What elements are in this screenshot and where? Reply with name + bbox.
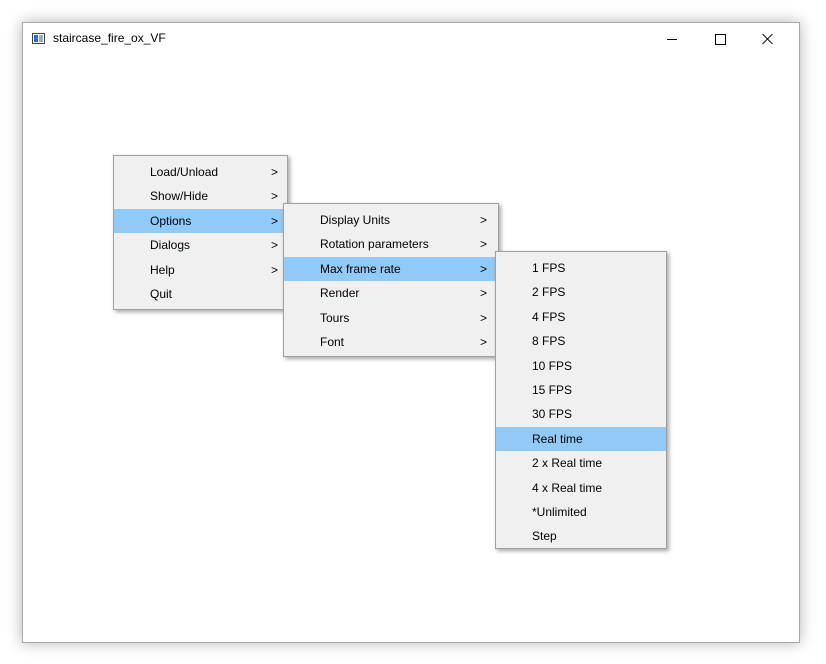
menu-item-display-units[interactable]: Display Units >: [284, 208, 498, 232]
submenu-arrow-icon: >: [480, 213, 488, 227]
menu-item-help[interactable]: Help >: [114, 258, 287, 282]
title-bar[interactable]: staircase_fire_ox_VF: [23, 23, 799, 55]
menu-item-label: Font: [320, 334, 345, 349]
app-window-icon: [32, 33, 45, 44]
submenu-arrow-icon: >: [271, 262, 279, 277]
menu-item-15-fps[interactable]: 15 FPS: [496, 378, 666, 402]
menu-item-tours[interactable]: Tours >: [284, 306, 498, 330]
menu-item-step[interactable]: Step: [496, 524, 666, 548]
submenu-max-frame-rate: 1 FPS 2 FPS 4 FPS 8 FPS 10 FPS 15 FPS 30…: [495, 251, 667, 549]
menu-item-max-frame-rate[interactable]: Max frame rate >: [284, 256, 498, 282]
menu-item-label: Options: [150, 213, 192, 228]
menu-item-label: 4 FPS: [532, 309, 566, 324]
menu-item-label: Step: [532, 529, 557, 544]
menu-item-label: Display Units: [320, 213, 391, 227]
menu-item-label: Load/Unload: [150, 165, 219, 179]
menu-item-label: *Unlimited: [532, 504, 587, 519]
submenu-arrow-icon: >: [480, 310, 488, 325]
menu-item-render[interactable]: Render >: [284, 281, 498, 305]
menu-item-label: Quit: [150, 286, 173, 301]
menu-item-label: 30 FPS: [532, 407, 573, 422]
minimize-icon: [667, 38, 677, 40]
submenu-arrow-icon: >: [271, 238, 279, 253]
submenu-options: Display Units > Rotation parameters > Max …: [283, 203, 499, 357]
menu-item-label: 1 FPS: [532, 261, 566, 275]
menu-item-label: 8 FPS: [532, 334, 566, 349]
menu-item-dialogs[interactable]: Dialogs >: [114, 233, 287, 257]
window-title: staircase_fire_ox_VF: [53, 31, 166, 45]
menu-item-real-time[interactable]: Real time: [496, 426, 666, 452]
submenu-arrow-icon: >: [480, 334, 488, 349]
menu-item-label: 4 x Real time: [532, 480, 603, 495]
menu-item-8-fps[interactable]: 8 FPS: [496, 329, 666, 353]
maximize-icon: [714, 33, 726, 45]
menu-item-show-hide[interactable]: Show/Hide >: [114, 184, 287, 208]
menu-item-label: 15 FPS: [532, 382, 573, 397]
menu-item-label: Help: [150, 262, 175, 277]
menu-item-label: Max frame rate: [320, 261, 401, 276]
submenu-arrow-icon: >: [480, 237, 488, 252]
close-icon: [762, 33, 774, 45]
menu-item-rotation-parameters[interactable]: Rotation parameters >: [284, 232, 498, 256]
maximize-button[interactable]: [697, 23, 743, 55]
menu-item-1-fps[interactable]: 1 FPS: [496, 256, 666, 280]
menu-item-4-fps[interactable]: 4 FPS: [496, 305, 666, 329]
menu-item-label: 10 FPS: [532, 358, 573, 373]
menu-item-options[interactable]: Options >: [114, 208, 287, 234]
menu-item-quit[interactable]: Quit: [114, 282, 287, 306]
minimize-button[interactable]: [649, 23, 695, 55]
submenu-arrow-icon: >: [480, 286, 488, 301]
menu-item-label: Dialogs: [150, 238, 191, 253]
submenu-arrow-icon: >: [271, 213, 279, 228]
menu-item-unlimited[interactable]: *Unlimited: [496, 500, 666, 524]
menu-item-label: 2 FPS: [532, 285, 566, 300]
submenu-arrow-icon: >: [271, 165, 279, 179]
context-menu-main: Load/Unload > Show/Hide > Options > Dialogs…: [113, 155, 288, 310]
menu-item-label: Show/Hide: [150, 189, 209, 204]
menu-item-load-unload[interactable]: Load/Unload >: [114, 160, 287, 184]
menu-item-4x-real-time[interactable]: 4 x Real time: [496, 476, 666, 500]
menu-item-label: Real time: [532, 431, 583, 446]
menu-item-2-fps[interactable]: 2 FPS: [496, 280, 666, 304]
menu-item-2x-real-time[interactable]: 2 x Real time: [496, 451, 666, 475]
menu-item-10-fps[interactable]: 10 FPS: [496, 354, 666, 378]
menu-item-label: Tours: [320, 310, 350, 325]
menu-item-font[interactable]: Font >: [284, 330, 498, 354]
menu-item-label: 2 x Real time: [532, 456, 603, 471]
menu-item-30-fps[interactable]: 30 FPS: [496, 402, 666, 426]
menu-item-label: Rotation parameters: [320, 237, 429, 252]
menu-item-label: Render: [320, 286, 360, 301]
close-button[interactable]: [745, 23, 791, 55]
submenu-arrow-icon: >: [480, 261, 488, 276]
submenu-arrow-icon: >: [271, 189, 279, 204]
